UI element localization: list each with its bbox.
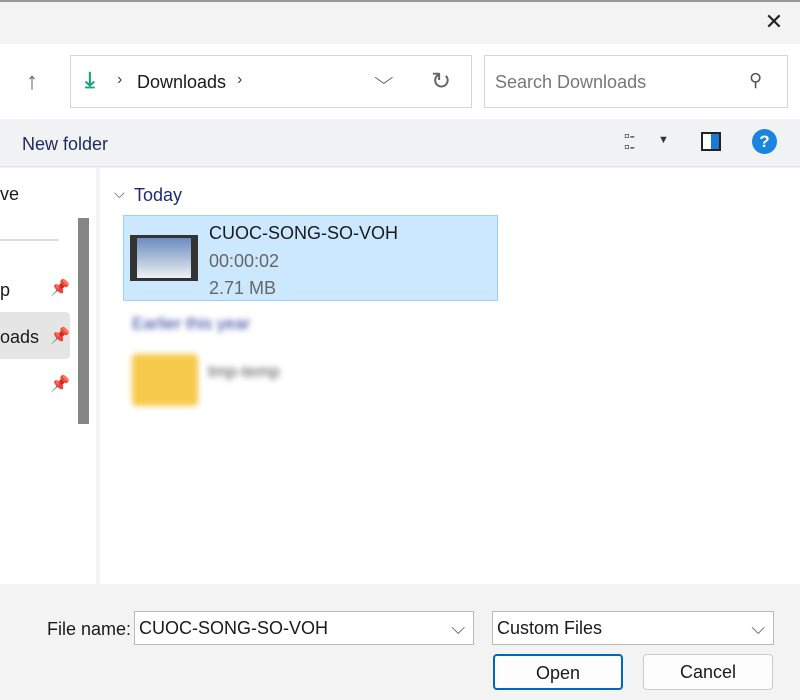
chevron-down-icon[interactable]: ⌵ [374, 68, 393, 89]
chevron-down-icon[interactable]: ⌵ [751, 612, 765, 644]
cancel-button[interactable]: Cancel [643, 654, 773, 690]
chevron-right-icon[interactable]: › [237, 71, 242, 89]
new-folder-button[interactable]: New folder [22, 134, 108, 155]
file-type-select[interactable]: Custom Files ⌵ [492, 611, 774, 645]
open-button[interactable]: Open [493, 654, 623, 690]
pin-icon[interactable]: 📌 [50, 326, 70, 346]
pin-icon[interactable]: 📌 [50, 278, 70, 298]
sidebar-item-downloads[interactable]: oads 📌 [0, 312, 70, 359]
file-item[interactable]: CUOC-SONG-SO-VOH 00:00:02 2.71 MB [123, 215, 498, 301]
download-icon: ⤓ [85, 67, 95, 92]
file-name-value: CUOC-SONG-SO-VOH [139, 618, 328, 638]
breadcrumb-downloads[interactable]: Downloads [137, 72, 226, 93]
help-icon[interactable]: ? [752, 129, 777, 154]
folder-name[interactable]: tmp-temp [208, 362, 280, 382]
command-bar: New folder ▫- ▫- ▼ ? [0, 119, 800, 167]
group-header-today[interactable]: Today [134, 185, 182, 206]
file-name: CUOC-SONG-SO-VOH [209, 223, 398, 243]
up-arrow-icon[interactable]: ↑ [26, 68, 38, 96]
video-thumbnail-icon [130, 235, 198, 281]
sidebar-item[interactable]: ve [0, 184, 19, 205]
file-list: ⌵ Today CUOC-SONG-SO-VOH 00:00:02 2.71 M… [100, 168, 800, 584]
scrollbar-thumb[interactable] [78, 218, 89, 424]
file-name-input[interactable]: CUOC-SONG-SO-VOH ⌵ [134, 611, 474, 645]
pin-icon[interactable]: 📌 [50, 374, 70, 394]
caret-down-icon[interactable]: ▼ [658, 134, 669, 146]
footer: File name: CUOC-SONG-SO-VOH ⌵ Custom Fil… [0, 584, 800, 700]
sidebar-item[interactable]: p [0, 280, 10, 301]
title-bar [0, 0, 800, 44]
divider [0, 239, 59, 241]
search-box[interactable]: Search Downloads ⚲ [484, 55, 788, 108]
group-header-earlier[interactable]: Earlier this year [132, 314, 250, 334]
chevron-down-icon[interactable]: ⌵ [451, 612, 465, 644]
file-name-label: File name: [47, 619, 132, 639]
view-options-icon[interactable]: ▫- ▫- [624, 129, 635, 156]
preview-pane-icon[interactable] [701, 132, 721, 151]
search-icon[interactable]: ⚲ [749, 70, 762, 91]
refresh-icon[interactable]: ↻ [431, 67, 451, 96]
search-input[interactable]: Search Downloads [495, 72, 646, 93]
address-bar[interactable]: ⤓ › Downloads › ⌵ ↻ [70, 55, 472, 108]
chevron-right-icon[interactable]: › [117, 71, 122, 89]
file-size: 2.71 MB [209, 278, 277, 298]
close-button[interactable]: ✕ [762, 10, 786, 34]
file-type-value: Custom Files [497, 618, 603, 638]
sidebar-item-label: oads [0, 327, 40, 347]
navigation-pane: ve p 📌 oads 📌 📌 [0, 168, 96, 584]
file-duration: 00:00:02 [209, 251, 280, 271]
chevron-down-icon[interactable]: ⌵ [114, 185, 125, 202]
folder-icon[interactable] [132, 354, 198, 406]
